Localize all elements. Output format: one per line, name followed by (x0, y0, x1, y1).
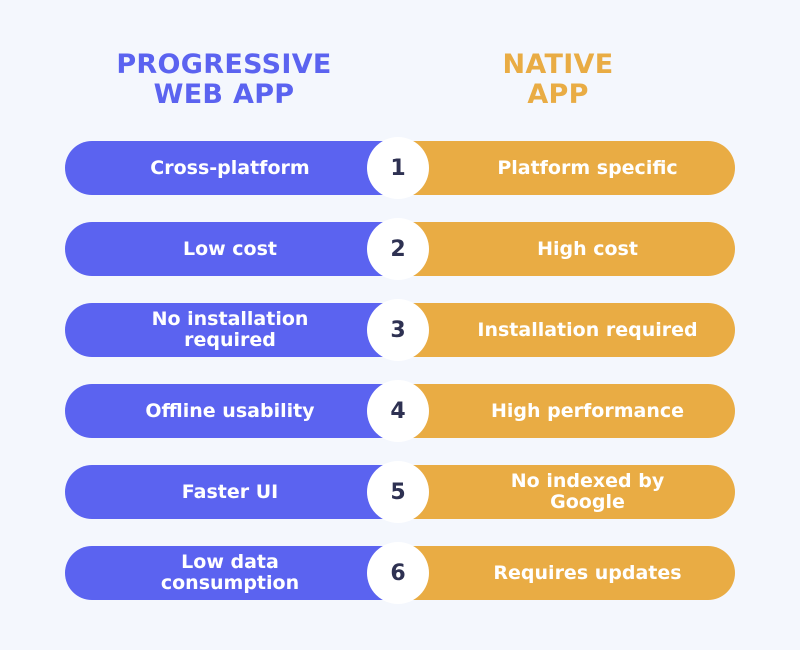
row-number-badge: 2 (367, 218, 429, 280)
comparison-row-6: Low data consumption Requires updates 6 (65, 542, 735, 604)
native-feature: High cost (400, 222, 735, 276)
native-feature-text: Platform specific (497, 156, 678, 179)
pwa-feature-text: Low data consumption (160, 551, 300, 594)
comparison-row-1: Cross-platform Platform specific 1 (65, 137, 735, 199)
comparison-row-4: Offline usability High performance 4 (65, 380, 735, 442)
native-heading-line2: APP (527, 79, 589, 110)
native-feature-text: High performance (491, 399, 684, 422)
row-number-badge: 1 (367, 137, 429, 199)
native-heading-line1: NATIVE (502, 49, 614, 80)
native-feature-text: Requires updates (493, 561, 682, 584)
native-feature: Installation required (400, 303, 735, 357)
native-feature: Platform specific (400, 141, 735, 195)
native-feature: No indexed by Google (400, 465, 735, 519)
pwa-feature-text: Low cost (182, 237, 278, 260)
pwa-feature-text: Offline usability (145, 399, 315, 422)
row-number-badge: 6 (367, 542, 429, 604)
pwa-feature-text: No installation required (151, 308, 309, 351)
native-feature-text: No indexed by Google (510, 470, 665, 513)
row-number-badge: 3 (367, 299, 429, 361)
row-number-badge: 5 (367, 461, 429, 523)
pwa-heading-line2: WEB APP (153, 79, 295, 110)
comparison-row-5: Faster UI No indexed by Google 5 (65, 461, 735, 523)
native-feature: Requires updates (400, 546, 735, 600)
native-feature: High performance (400, 384, 735, 438)
pwa-feature-text: Faster UI (181, 480, 279, 503)
native-feature-text: Installation required (477, 318, 698, 341)
pwa-heading-line1: PROGRESSIVE (116, 49, 332, 80)
native-heading: NATIVE APP (428, 50, 688, 110)
comparison-row-2: Low cost High cost 2 (65, 218, 735, 280)
row-number-badge: 4 (367, 380, 429, 442)
native-feature-text: High cost (537, 237, 638, 260)
pwa-feature-text: Cross-platform (150, 156, 310, 179)
comparison-row-3: No installation required Installation re… (65, 299, 735, 361)
pwa-heading: PROGRESSIVE WEB APP (94, 50, 354, 110)
